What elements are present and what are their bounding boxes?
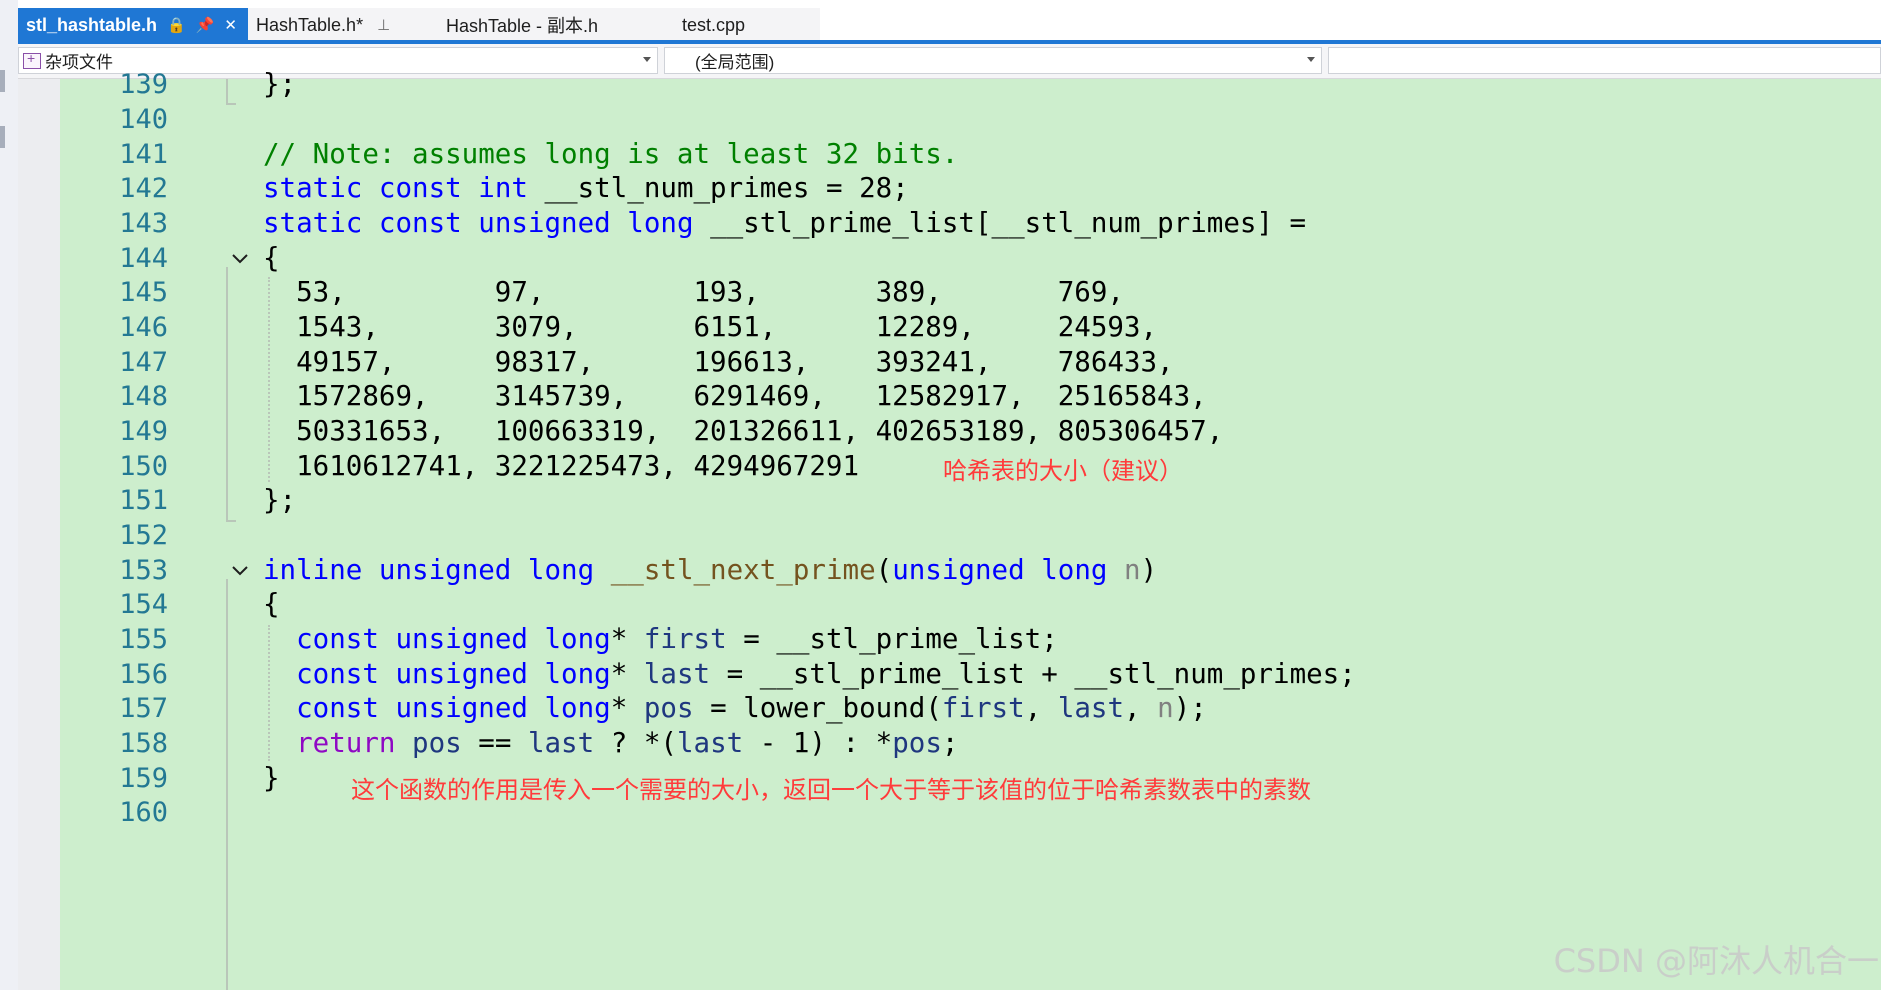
scope-dropdown[interactable]: (全局范围) xyxy=(664,47,1322,74)
close-icon[interactable]: ✕ xyxy=(224,16,237,34)
navigation-bar: 杂项文件 (全局范围) xyxy=(18,44,1881,79)
code-line: 1610612741, 3221225473, 4294967291 xyxy=(263,450,860,482)
code-line: } xyxy=(263,762,280,794)
tab-hashtable-copy[interactable]: HashTable - 副本.h xyxy=(428,8,648,42)
tab-label: HashTable.h* xyxy=(256,14,364,35)
chevron-down-icon[interactable] xyxy=(643,57,651,62)
code-line: const unsigned long* first = __stl_prime… xyxy=(296,623,1058,655)
line-number: 146 xyxy=(119,312,168,343)
line-number: 143 xyxy=(119,208,168,239)
pin-icon[interactable]: ⊥ xyxy=(377,16,390,34)
line-number: 159 xyxy=(119,763,168,794)
annotation-table-size: 哈希表的大小（建议） xyxy=(943,457,1183,485)
code-line: const unsigned long* last = __stl_prime_… xyxy=(296,658,1356,690)
strip-marker xyxy=(0,126,5,148)
code-line: 53, 97, 193, 389, 769, xyxy=(263,276,1124,308)
code-line: 49157, 98317, 196613, 393241, 786433, xyxy=(263,346,1174,378)
line-number: 145 xyxy=(119,277,168,308)
line-number: 156 xyxy=(119,659,168,690)
code-line: 1572869, 3145739, 6291469, 12582917, 251… xyxy=(263,380,1207,412)
code-line: static const unsigned long __stl_prime_l… xyxy=(263,207,1307,239)
tab-stl-hashtable[interactable]: stl_hashtable.h 🔒 📌 ✕ xyxy=(18,8,248,42)
line-number: 158 xyxy=(119,728,168,759)
tab-label: HashTable - 副本.h xyxy=(446,16,599,36)
line-number: 149 xyxy=(119,416,168,447)
line-number: 160 xyxy=(119,797,168,828)
code-line: static const int __stl_num_primes = 28; xyxy=(263,172,909,204)
project-icon xyxy=(23,50,41,69)
outline-guide xyxy=(226,267,228,520)
line-number: 144 xyxy=(119,243,168,274)
code-line: inline unsigned long __stl_next_prime(un… xyxy=(263,554,1158,586)
indicator-margin xyxy=(18,79,60,990)
outline-guide-end xyxy=(226,520,236,522)
code-line: 1543, 3079, 6151, 12289, 24593, xyxy=(263,311,1158,343)
line-number: 141 xyxy=(119,139,168,170)
line-number: 148 xyxy=(119,381,168,412)
line-number: 142 xyxy=(119,173,168,204)
line-number: 139 xyxy=(119,69,168,100)
scope-label: (全局范围) xyxy=(695,53,775,72)
pin-icon[interactable]: 📌 xyxy=(196,16,215,34)
tab-test-cpp[interactable]: test.cpp xyxy=(648,8,820,42)
lock-icon: 🔒 xyxy=(167,17,186,34)
code-line: }; xyxy=(263,484,297,516)
member-dropdown[interactable] xyxy=(1328,47,1881,74)
annotation-function-purpose: 这个函数的作用是传入一个需要的大小，返回一个大于等于该值的位于哈希素数表中的素数 xyxy=(351,776,1311,804)
line-number: 140 xyxy=(119,104,168,135)
code-line-comment: // Note: assumes long is at least 32 bit… xyxy=(263,138,959,170)
line-number: 154 xyxy=(119,589,168,620)
strip-marker xyxy=(0,70,5,92)
line-number: 150 xyxy=(119,451,168,482)
code-line: 50331653, 100663319, 201326611, 40265318… xyxy=(263,415,1224,447)
line-number: 151 xyxy=(119,485,168,516)
chevron-down-icon[interactable] xyxy=(1307,57,1315,62)
tab-label: stl_hashtable.h xyxy=(26,14,158,35)
code-line: { xyxy=(263,588,280,620)
collapse-chevron-icon[interactable] xyxy=(230,561,250,581)
outline-guide-end xyxy=(226,103,236,105)
left-tool-strip xyxy=(0,0,19,990)
code-line: return pos == last ? *(last - 1) : *pos; xyxy=(296,727,959,759)
line-number: 155 xyxy=(119,624,168,655)
line-number: 157 xyxy=(119,693,168,724)
code-line: const unsigned long* pos = lower_bound(f… xyxy=(296,692,1207,724)
watermark: CSDN @阿沐人机合一 xyxy=(1553,942,1879,980)
line-number: 152 xyxy=(119,520,168,551)
outline-guide xyxy=(226,579,228,990)
outline-guide xyxy=(226,79,228,103)
code-line: { xyxy=(263,242,280,274)
code-editor[interactable]: 139 140 141 142 143 144 145 146 147 148 … xyxy=(18,68,1881,990)
code-line: }; xyxy=(263,68,297,100)
line-number: 153 xyxy=(119,555,168,586)
tab-hashtable-h[interactable]: HashTable.h* ⊥ xyxy=(248,8,428,42)
collapse-chevron-icon[interactable] xyxy=(230,249,250,269)
tab-label: test.cpp xyxy=(682,14,746,35)
line-number: 147 xyxy=(119,347,168,378)
